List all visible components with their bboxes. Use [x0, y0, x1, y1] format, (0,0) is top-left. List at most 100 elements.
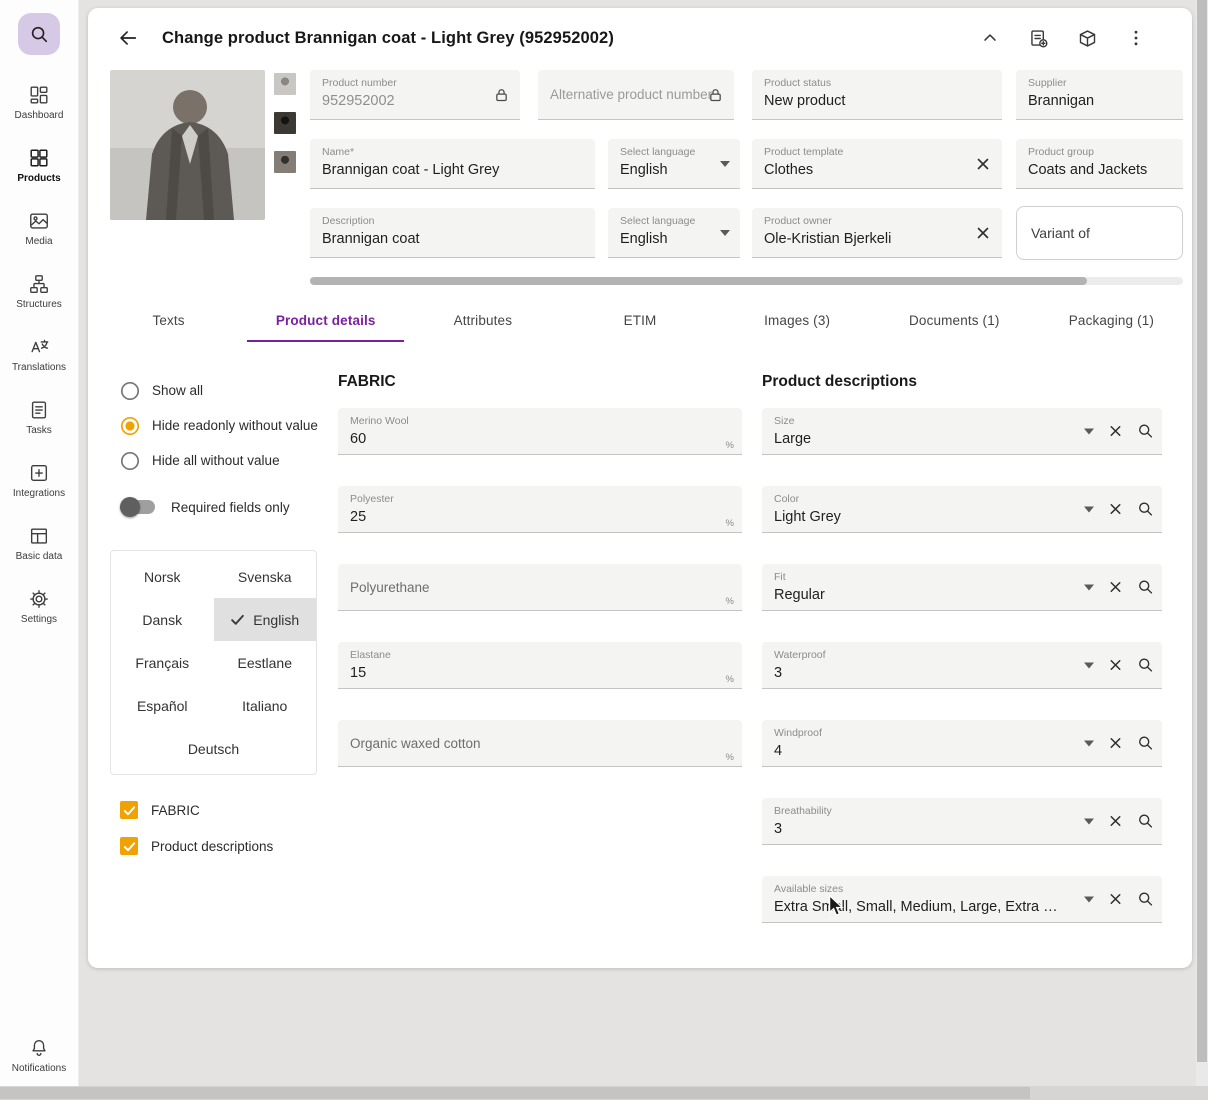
size-field[interactable]: Size Large — [762, 408, 1162, 455]
clear-icon[interactable] — [974, 155, 992, 173]
chevron-down-icon[interactable] — [1084, 818, 1094, 824]
search-icon[interactable] — [1137, 423, 1154, 440]
tab-images[interactable]: Images (3) — [719, 298, 876, 342]
tab-product-details[interactable]: Product details — [247, 298, 405, 342]
chevron-down-icon[interactable] — [1084, 740, 1094, 746]
language-option-english[interactable]: English — [213, 598, 316, 641]
radio-show-all[interactable]: Show all — [110, 373, 324, 408]
description-field[interactable]: Description Brannigan coat — [310, 208, 595, 258]
chevron-down-icon[interactable] — [720, 160, 730, 167]
product-template-field[interactable]: Product template Clothes — [752, 139, 1002, 189]
merino-wool-field[interactable]: Merino Wool 60 % — [338, 408, 742, 455]
windproof-field[interactable]: Windproof 4 — [762, 720, 1162, 767]
section-checkbox-fabric[interactable]: FABRIC — [110, 792, 324, 828]
search-button[interactable] — [18, 13, 60, 55]
product-image[interactable] — [110, 70, 265, 220]
clear-icon[interactable] — [1107, 891, 1124, 908]
supplier-field[interactable]: Supplier Brannigan — [1016, 70, 1183, 120]
language-option-svenska[interactable]: Svenska — [214, 555, 317, 598]
chevron-down-icon[interactable] — [1084, 896, 1094, 902]
page-horizontal-scrollbar[interactable] — [0, 1086, 1208, 1100]
scrollbar-thumb[interactable] — [1197, 0, 1207, 1062]
sidebar-item-basic-data[interactable]: Basic data — [0, 525, 79, 562]
name-language-select[interactable]: Select language English — [608, 139, 740, 189]
tab-attributes[interactable]: Attributes — [404, 298, 561, 342]
basic-data-icon — [28, 525, 50, 547]
sidebar-item-products[interactable]: Products — [0, 147, 79, 184]
sidebar-item-media[interactable]: Media — [0, 210, 79, 247]
save-view-button[interactable] — [1026, 26, 1051, 51]
color-field[interactable]: Color Light Grey — [762, 486, 1162, 533]
radio-hide-readonly-without-value[interactable]: Hide readonly without value — [110, 408, 324, 443]
page-vertical-scrollbar[interactable] — [1196, 0, 1208, 1086]
search-icon[interactable] — [1137, 579, 1154, 596]
more-options-button[interactable] — [1124, 26, 1148, 50]
tab-documents[interactable]: Documents (1) — [876, 298, 1033, 342]
search-icon[interactable] — [1137, 735, 1154, 752]
tab-etim[interactable]: ETIM — [561, 298, 718, 342]
language-option-eestlane[interactable]: Eestlane — [214, 641, 317, 684]
search-icon[interactable] — [1137, 501, 1154, 518]
sidebar-item-integrations[interactable]: Integrations — [0, 462, 79, 499]
clear-icon[interactable] — [1107, 657, 1124, 674]
chevron-down-icon[interactable] — [1084, 584, 1094, 590]
required-fields-toggle[interactable]: Required fields only — [110, 489, 324, 525]
clear-icon[interactable] — [974, 224, 992, 242]
clear-icon[interactable] — [1107, 735, 1124, 752]
name-field[interactable]: Name* Brannigan coat - Light Grey — [310, 139, 595, 189]
language-option-deutsch[interactable]: Deutsch — [111, 727, 316, 770]
search-icon[interactable] — [1137, 813, 1154, 830]
sidebar-item-notifications[interactable]: Notifications — [0, 1037, 79, 1074]
product-thumbnail[interactable] — [274, 112, 296, 134]
chevron-down-icon[interactable] — [1084, 506, 1094, 512]
search-icon[interactable] — [1137, 891, 1154, 908]
organic-waxed-cotton-field[interactable]: Organic waxed cotton % — [338, 720, 742, 767]
language-option-espanol[interactable]: Español — [111, 684, 214, 727]
sidebar-item-dashboard[interactable]: Dashboard — [0, 84, 79, 121]
section-checkbox-product-descriptions[interactable]: Product descriptions — [110, 828, 324, 864]
language-option-italiano[interactable]: Italiano — [214, 684, 317, 727]
product-number-field[interactable]: Product number 952952002 — [310, 70, 520, 120]
elastane-field[interactable]: Elastane 15 % — [338, 642, 742, 689]
chevron-down-icon[interactable] — [1084, 428, 1094, 434]
back-button[interactable] — [114, 24, 142, 52]
scrollbar-thumb[interactable] — [310, 277, 1087, 285]
tab-texts[interactable]: Texts — [90, 298, 247, 342]
sidebar-item-structures[interactable]: Structures — [0, 273, 79, 310]
product-status-field[interactable]: Product status New product — [752, 70, 1002, 120]
product-owner-field[interactable]: Product owner Ole-Kristian Bjerkeli — [752, 208, 1002, 258]
available-sizes-field[interactable]: Available sizes Extra Small, Small, Medi… — [762, 876, 1162, 923]
fit-field[interactable]: Fit Regular — [762, 564, 1162, 611]
radio-hide-all-without-value[interactable]: Hide all without value — [110, 443, 324, 478]
form-horizontal-scrollbar[interactable] — [310, 277, 1183, 285]
search-icon[interactable] — [1137, 657, 1154, 674]
language-option-norsk[interactable]: Norsk — [111, 555, 214, 598]
sidebar-item-tasks[interactable]: Tasks — [0, 399, 79, 436]
polyurethane-field[interactable]: Polyurethane % — [338, 564, 742, 611]
waterproof-field[interactable]: Waterproof 3 — [762, 642, 1162, 689]
product-group-field[interactable]: Product group Coats and Jackets — [1016, 139, 1183, 189]
clear-icon[interactable] — [1107, 579, 1124, 596]
variant-of-field[interactable]: Variant of — [1016, 206, 1183, 260]
chevron-down-icon[interactable] — [720, 229, 730, 236]
sidebar-item-settings[interactable]: Settings — [0, 588, 79, 625]
chevron-down-icon[interactable] — [1084, 662, 1094, 668]
collapse-button[interactable] — [978, 26, 1002, 50]
language-option-dansk[interactable]: Dansk — [111, 598, 214, 641]
tab-packaging[interactable]: Packaging (1) — [1033, 298, 1190, 342]
polyester-field[interactable]: Polyester 25 % — [338, 486, 742, 533]
clear-icon[interactable] — [1107, 501, 1124, 518]
product-thumbnail[interactable] — [274, 73, 296, 95]
toggle-switch[interactable] — [120, 497, 155, 517]
product-thumbnail[interactable] — [274, 151, 296, 173]
clear-icon[interactable] — [1107, 423, 1124, 440]
scrollbar-thumb[interactable] — [0, 1087, 1030, 1099]
clear-icon[interactable] — [1107, 813, 1124, 830]
description-language-select[interactable]: Select language English — [608, 208, 740, 258]
sidebar-item-translations[interactable]: Translations — [0, 336, 79, 373]
field-label: Product group — [1028, 146, 1094, 158]
alternative-product-number-field[interactable]: Alternative product number — [538, 70, 734, 120]
language-option-francais[interactable]: Français — [111, 641, 214, 684]
production-button[interactable] — [1075, 26, 1100, 51]
breathability-field[interactable]: Breathability 3 — [762, 798, 1162, 845]
